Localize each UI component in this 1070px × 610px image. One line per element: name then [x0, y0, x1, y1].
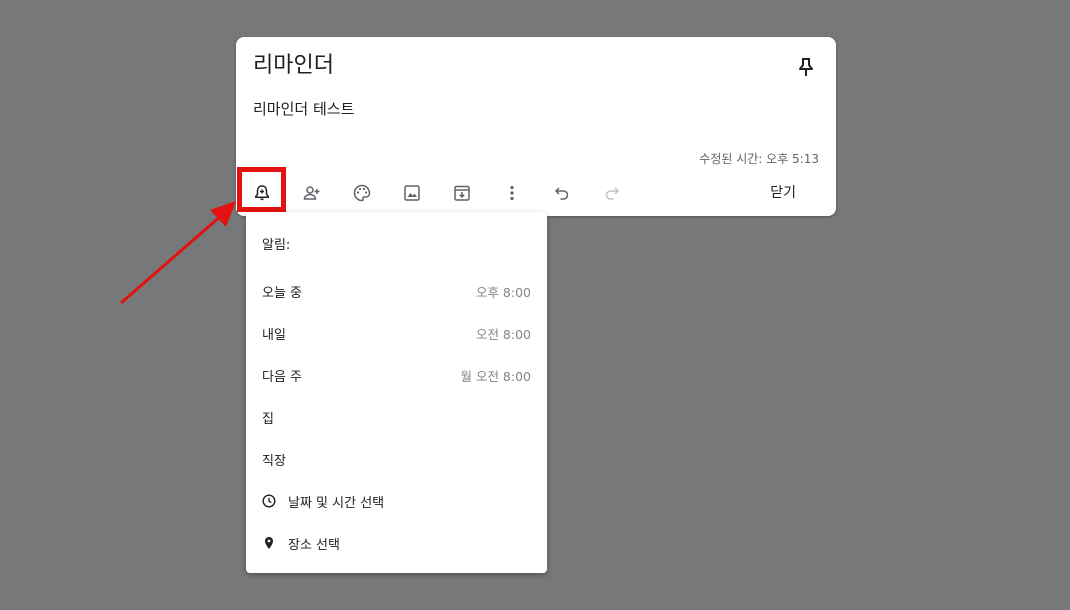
reminder-icon[interactable] [246, 177, 278, 209]
menu-item-label: 장소 선택 [288, 537, 340, 553]
location-pin-icon [262, 536, 276, 550]
archive-icon[interactable] [446, 177, 478, 209]
note-card: 리마인더 리마인더 테스트 수정된 시간: 오후 5:13 닫기 [236, 37, 836, 216]
menu-item-next-week[interactable]: 다음 주 월 오전 8:00 [246, 357, 547, 393]
menu-item-label: 오늘 중 [262, 285, 303, 301]
palette-icon[interactable] [346, 177, 378, 209]
collaborator-icon[interactable] [296, 177, 328, 209]
redo-icon[interactable] [596, 177, 628, 209]
menu-item-time: 오전 8:00 [475, 326, 531, 342]
clock-icon [262, 494, 276, 508]
image-icon[interactable] [396, 177, 428, 209]
menu-item-work[interactable]: 직장 [246, 441, 547, 477]
menu-item-home[interactable]: 집 [246, 399, 547, 435]
reminder-menu: 알림: 오늘 중 오후 8:00 내일 오전 8:00 다음 주 월 오전 8:… [246, 212, 547, 573]
menu-item-label: 직장 [262, 453, 286, 469]
menu-item-today[interactable]: 오늘 중 오후 8:00 [246, 273, 547, 309]
note-toolbar: 닫기 [236, 177, 836, 209]
menu-item-time: 월 오전 8:00 [460, 368, 531, 384]
menu-item-label: 다음 주 [262, 369, 303, 385]
menu-item-pick-place[interactable]: 장소 선택 [246, 525, 547, 561]
undo-icon[interactable] [546, 177, 578, 209]
pin-icon[interactable] [794, 55, 818, 79]
menu-item-label: 날짜 및 시간 선택 [288, 495, 385, 511]
edited-time: 수정된 시간: 오후 5:13 [699, 152, 819, 166]
menu-item-label: 내일 [262, 327, 286, 343]
note-body[interactable]: 리마인더 테스트 [253, 98, 354, 120]
note-title[interactable]: 리마인더 [253, 51, 334, 81]
menu-item-tomorrow[interactable]: 내일 오전 8:00 [246, 315, 547, 351]
menu-header: 알림: [262, 238, 291, 253]
menu-item-time: 오후 8:00 [475, 284, 531, 300]
more-icon[interactable] [496, 177, 528, 209]
menu-item-label: 집 [262, 411, 274, 427]
menu-item-pick-date[interactable]: 날짜 및 시간 선택 [246, 483, 547, 519]
close-button[interactable]: 닫기 [770, 181, 796, 205]
